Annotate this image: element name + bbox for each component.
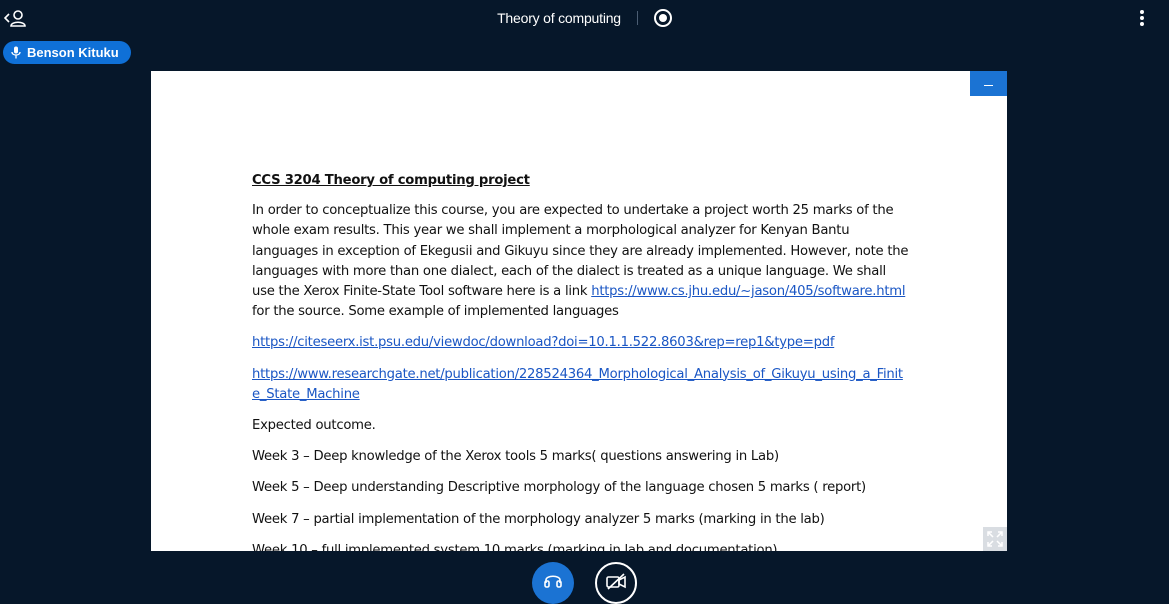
example-link-1-block: https://citeseerx.ist.psu.edu/viewdoc/do… [252, 333, 912, 353]
intro-text-end: for the source. Some example of implemen… [252, 304, 619, 320]
kebab-menu-icon [1140, 10, 1144, 14]
document-intro: In order to conceptualize this course, y… [252, 201, 912, 322]
presentation-area: CCS 3204 Theory of computing project In … [151, 71, 1007, 551]
record-icon [658, 14, 667, 22]
example-link-2-block: https://www.researchgate.net/publication… [252, 365, 907, 405]
minimize-icon [984, 85, 993, 86]
week-item: Week 5 – Deep understanding Descriptive … [252, 480, 866, 496]
video-off-icon [606, 573, 626, 590]
expected-outcome: Expected outcome. [252, 418, 376, 434]
leave-audio-button[interactable] [532, 562, 574, 604]
example-link-1[interactable]: https://citeseerx.ist.psu.edu/viewdoc/do… [252, 335, 834, 350]
week-item: Week 7 – partial implementation of the m… [252, 511, 825, 527]
minimize-presentation-button[interactable] [970, 71, 1007, 96]
document-page: CCS 3204 Theory of computing project In … [252, 171, 912, 551]
microphone-icon [11, 46, 21, 59]
document-heading: CCS 3204 Theory of computing project [252, 173, 530, 188]
record-button[interactable] [653, 9, 672, 27]
headphones-icon [544, 575, 562, 588]
title-divider [636, 11, 638, 25]
talker-name: Benson Kituku [27, 45, 119, 60]
fullscreen-button[interactable] [983, 527, 1007, 551]
bottom-actions-bar [0, 551, 1169, 604]
week-item: Week 10 – full implemented system 10 mar… [252, 542, 778, 551]
meeting-title-area: Theory of computing [0, 0, 1169, 36]
week-item: Week 3 – Deep knowledge of the Xerox too… [252, 449, 779, 465]
talking-indicator[interactable]: Benson Kituku [3, 41, 131, 64]
meeting-title: Theory of computing [497, 10, 621, 26]
fullscreen-icon [987, 531, 1003, 547]
share-webcam-button[interactable] [595, 562, 637, 604]
top-bar: Theory of computing [0, 0, 1169, 36]
software-link[interactable]: https://www.cs.jhu.edu/~jason/405/softwa… [591, 284, 905, 299]
example-link-2[interactable]: https://www.researchgate.net/publication… [252, 367, 903, 402]
options-menu-button[interactable] [1139, 10, 1145, 26]
